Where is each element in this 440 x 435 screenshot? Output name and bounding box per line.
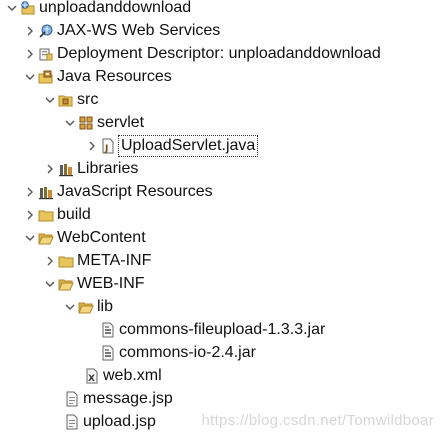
- tree-row-jaxws[interactable]: JAX-WS Web Services: [22, 19, 220, 42]
- libraries-icon: [58, 161, 74, 177]
- chevron-right-icon[interactable]: [42, 253, 58, 269]
- message-jsp-label: message.jsp: [83, 389, 173, 407]
- servlet-package-label: servlet: [97, 113, 145, 131]
- libraries-label: Libraries: [77, 159, 139, 177]
- chevron-down-icon[interactable]: [22, 230, 38, 246]
- chevron-right-icon[interactable]: [22, 46, 38, 62]
- chevron-right-icon[interactable]: [42, 161, 58, 177]
- tree-row-java-resources[interactable]: Java Resources: [22, 65, 172, 88]
- tree-row-upload-jsp[interactable]: upload.jsp: [64, 410, 156, 433]
- tree-row-web-inf[interactable]: WEB-INF: [42, 272, 145, 295]
- upload-servlet-label: UploadServlet.java: [118, 134, 259, 157]
- tree-row-build[interactable]: build: [22, 203, 91, 226]
- svg-text:X: X: [88, 374, 95, 384]
- lib-label: lib: [97, 297, 114, 315]
- folder-icon: [38, 207, 54, 223]
- tree-row-deployment-descriptor[interactable]: Deployment Descriptor: unploadanddownloa…: [22, 42, 381, 65]
- tree-row-webcontent[interactable]: WebContent: [22, 226, 146, 249]
- tree-row-jar-io[interactable]: commons-io-2.4.jar: [100, 341, 256, 364]
- tree-row-message-jsp[interactable]: message.jsp: [64, 387, 173, 410]
- src-label: src: [77, 90, 99, 108]
- javascript-resources-icon: [38, 184, 54, 200]
- java-resources-label: Java Resources: [57, 67, 172, 85]
- tree-row-src[interactable]: src: [42, 88, 98, 111]
- xml-file-icon: X: [84, 368, 100, 384]
- project-label: unploadanddownload: [39, 0, 192, 16]
- tree-row-servlet-package[interactable]: servlet: [62, 111, 144, 134]
- java-file-icon: J: [100, 138, 116, 154]
- webcontent-label: WebContent: [57, 228, 146, 246]
- open-folder-icon: [78, 299, 94, 315]
- open-folder-icon: [58, 276, 74, 292]
- tree-row-upload-servlet[interactable]: J UploadServlet.java: [84, 134, 259, 157]
- chevron-right-icon[interactable]: [84, 138, 100, 154]
- jar-file-icon: [100, 322, 116, 338]
- package-icon: [78, 115, 94, 131]
- jaxws-label: JAX-WS Web Services: [57, 21, 221, 39]
- jar-io-label: commons-io-2.4.jar: [119, 343, 256, 361]
- web-inf-label: WEB-INF: [77, 274, 145, 292]
- tree-row-meta-inf[interactable]: META-INF: [42, 249, 151, 272]
- watermark: https://blog.csdn.net/Tomwildboar: [201, 412, 434, 429]
- jar-file-icon: [100, 345, 116, 361]
- java-resources-icon: [38, 69, 54, 85]
- deployment-descriptor-label: Deployment Descriptor: unploadanddownloa…: [57, 44, 381, 62]
- tree-row-jar-fileupload[interactable]: commons-fileupload-1.3.3.jar: [100, 318, 325, 341]
- folder-icon: [58, 253, 74, 269]
- tree-row-lib[interactable]: lib: [62, 295, 113, 318]
- web-xml-label: web.xml: [103, 366, 162, 384]
- web-project-icon: [20, 0, 36, 16]
- chevron-down-icon[interactable]: [22, 69, 38, 85]
- tree-row-javascript-resources[interactable]: JavaScript Resources: [22, 180, 213, 203]
- chevron-down-icon[interactable]: [62, 115, 78, 131]
- chevron-right-icon[interactable]: [22, 23, 38, 39]
- chevron-down-icon[interactable]: [42, 276, 58, 292]
- meta-inf-label: META-INF: [77, 251, 152, 269]
- javascript-resources-label: JavaScript Resources: [57, 182, 213, 200]
- jsp-file-icon: [64, 414, 80, 430]
- open-folder-icon: [38, 230, 54, 246]
- tree-row-project[interactable]: unploadanddownload: [4, 0, 191, 19]
- chevron-right-icon[interactable]: [22, 184, 38, 200]
- project-explorer-tree: unploadanddownload JAX-WS Web Services D…: [0, 0, 440, 435]
- chevron-down-icon[interactable]: [62, 299, 78, 315]
- web-services-icon: [38, 23, 54, 39]
- tree-row-libraries[interactable]: Libraries: [42, 157, 138, 180]
- build-label: build: [57, 205, 91, 223]
- tree-row-web-xml[interactable]: X web.xml: [84, 364, 162, 387]
- jar-fileupload-label: commons-fileupload-1.3.3.jar: [119, 320, 326, 338]
- svg-text:J: J: [104, 144, 108, 154]
- chevron-down-icon[interactable]: [42, 92, 58, 108]
- chevron-right-icon[interactable]: [22, 207, 38, 223]
- deployment-descriptor-icon: [38, 46, 54, 62]
- jsp-file-icon: [64, 391, 80, 407]
- chevron-down-icon[interactable]: [4, 0, 20, 16]
- source-folder-icon: [58, 92, 74, 108]
- upload-jsp-label: upload.jsp: [83, 412, 156, 430]
